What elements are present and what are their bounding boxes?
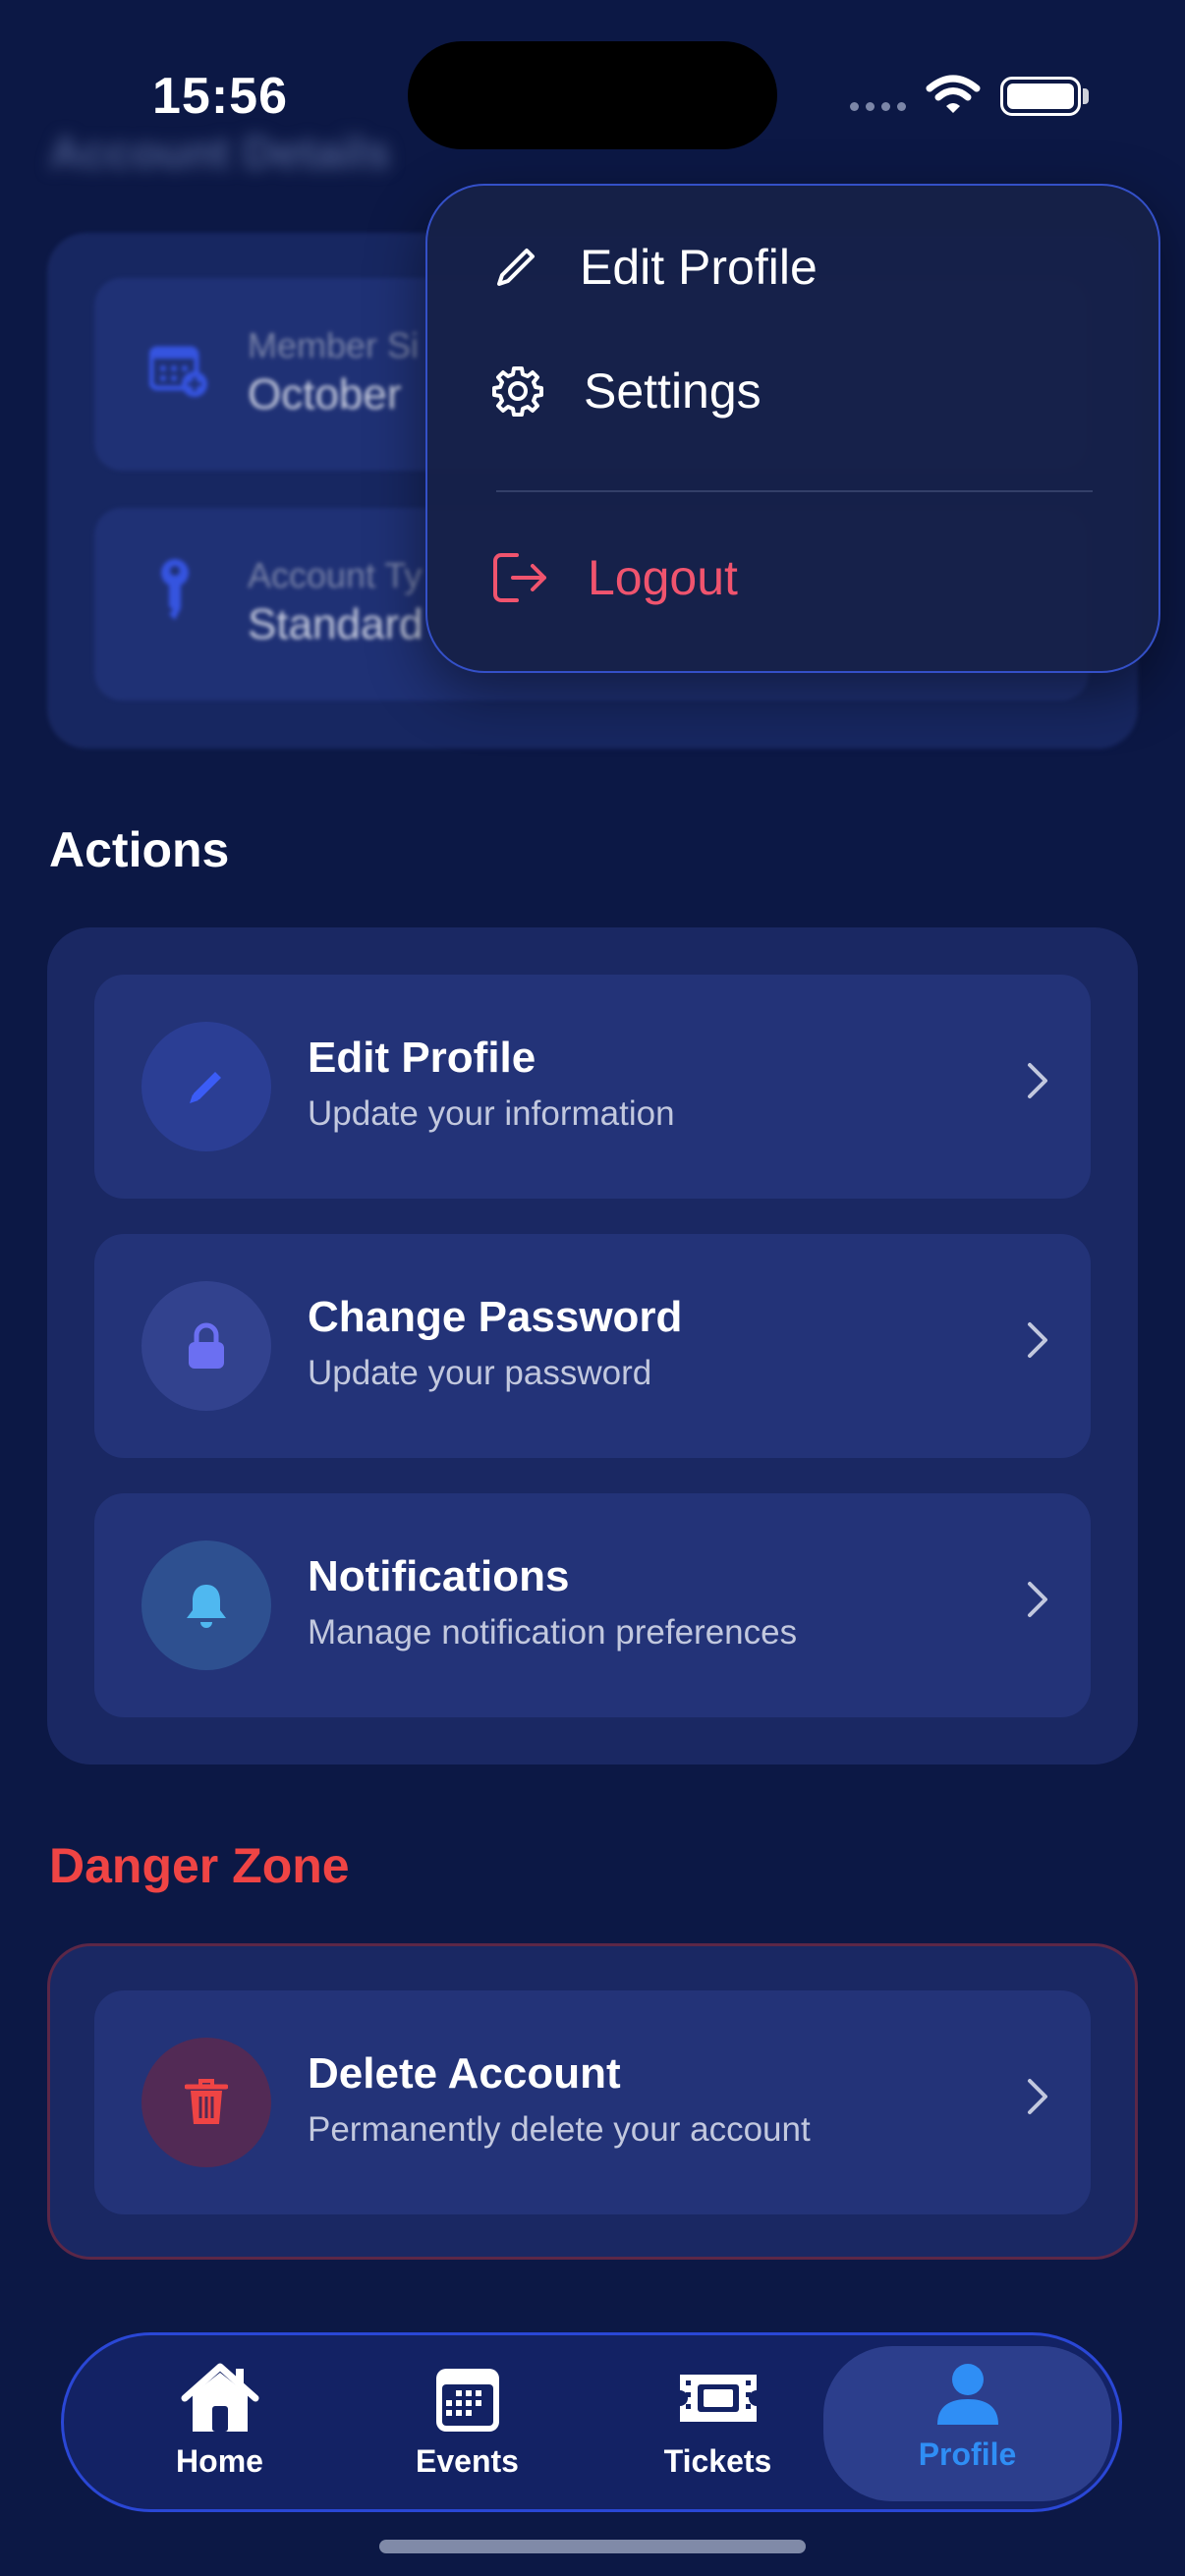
tab-label: Home (176, 2443, 263, 2479)
account-type-value: Standard (248, 600, 423, 648)
row-subtitle: Update your password (308, 1354, 652, 1392)
bell-icon (141, 1540, 271, 1670)
calendar-icon (435, 2369, 499, 2432)
profile-dropdown-menu: Edit Profile Settings Logout (425, 184, 1160, 673)
tab-events[interactable]: Events (347, 2355, 588, 2492)
tab-label: Profile (918, 2436, 1017, 2472)
member-since-value: October (248, 370, 402, 419)
dynamic-island (408, 41, 777, 149)
pencil-icon (141, 1022, 271, 1151)
notifications-row[interactable]: Notifications Manage notification prefer… (94, 1493, 1091, 1717)
tab-label: Tickets (663, 2443, 772, 2479)
menu-item-label: Edit Profile (580, 240, 818, 295)
row-subtitle: Update your information (308, 1094, 675, 1133)
menu-item-label: Logout (588, 550, 738, 605)
gear-icon (492, 366, 543, 417)
calendar-add-icon (149, 346, 207, 397)
menu-item-label: Settings (584, 364, 762, 419)
row-title: Delete Account (308, 2049, 621, 2098)
row-title: Edit Profile (308, 1034, 536, 1082)
ticket-icon (679, 2375, 757, 2422)
key-icon (161, 559, 189, 620)
cellular-signal-icon (850, 102, 906, 111)
menu-item-settings[interactable]: Settings (491, 363, 762, 420)
tab-tickets[interactable]: Tickets (597, 2355, 838, 2492)
account-details-title: Account Details (49, 127, 391, 178)
house-icon (181, 2363, 258, 2432)
actions-section-title: Actions (49, 822, 230, 877)
chevron-right-icon (1028, 2079, 1047, 2114)
tab-label: Events (416, 2443, 519, 2479)
tab-profile[interactable]: Profile (823, 2346, 1111, 2501)
battery-icon (1000, 77, 1081, 116)
status-time: 15:56 (152, 68, 288, 125)
danger-zone-title: Danger Zone (49, 1838, 350, 1893)
wifi-icon (926, 75, 981, 113)
row-title: Notifications (308, 1552, 570, 1600)
menu-item-edit-profile[interactable]: Edit Profile (491, 239, 818, 296)
menu-divider (496, 490, 1093, 492)
delete-account-row[interactable]: Delete Account Permanently delete your a… (94, 1990, 1091, 2214)
member-since-label: Member Si (248, 325, 420, 365)
chevron-right-icon (1028, 1063, 1047, 1098)
logout-icon (493, 553, 546, 602)
change-password-row[interactable]: Change Password Update your password (94, 1234, 1091, 1458)
person-icon (936, 2364, 998, 2425)
trash-icon (141, 2038, 271, 2167)
chevron-right-icon (1028, 1582, 1047, 1617)
row-title: Change Password (308, 1293, 683, 1341)
menu-item-logout[interactable]: Logout (491, 549, 738, 606)
row-subtitle: Permanently delete your account (308, 2110, 811, 2149)
pencil-icon (497, 249, 535, 286)
lock-icon (141, 1281, 271, 1411)
tab-home[interactable]: Home (99, 2355, 340, 2492)
battery-cap (1083, 88, 1089, 104)
row-subtitle: Manage notification preferences (308, 1613, 798, 1652)
tab-bar: Home Events Tickets Profile (61, 2332, 1122, 2512)
edit-profile-row[interactable]: Edit Profile Update your information (94, 975, 1091, 1199)
account-type-label: Account Ty (248, 555, 423, 595)
chevron-right-icon (1028, 1322, 1047, 1358)
home-indicator[interactable] (379, 2540, 806, 2553)
